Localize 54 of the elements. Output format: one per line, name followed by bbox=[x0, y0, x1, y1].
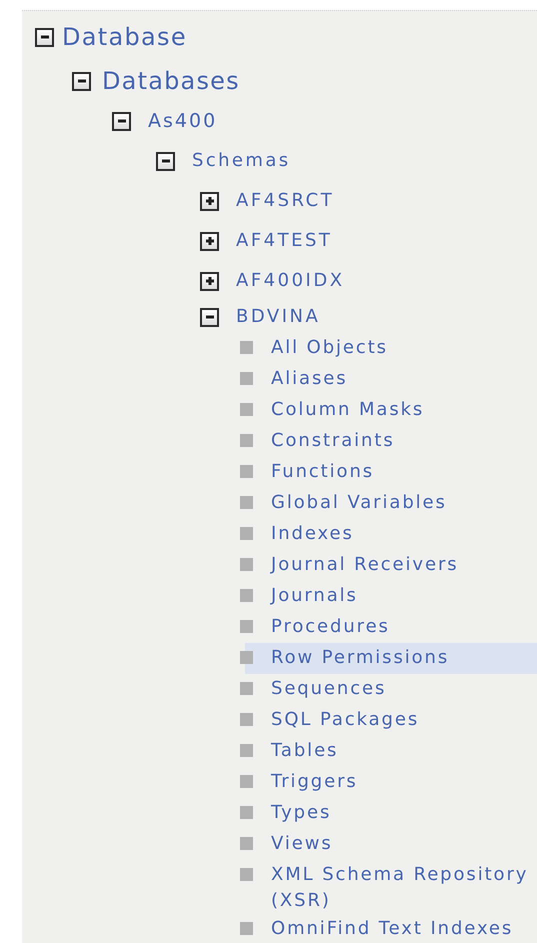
bullet-icon bbox=[240, 682, 253, 695]
bullet-icon bbox=[240, 527, 253, 540]
bullet-icon bbox=[240, 651, 253, 664]
tree-label[interactable]: Constraints bbox=[271, 428, 395, 454]
collapse-icon[interactable] bbox=[72, 72, 91, 90]
bullet-icon bbox=[240, 465, 253, 478]
tree-label[interactable]: Sequences bbox=[271, 676, 386, 702]
bullet-icon bbox=[240, 341, 253, 354]
bullet-icon bbox=[240, 713, 253, 726]
tree-label[interactable]: All Objects bbox=[271, 335, 388, 361]
bullet-icon bbox=[240, 868, 253, 881]
bullet-icon bbox=[240, 434, 253, 447]
bullet-icon bbox=[240, 558, 253, 571]
tree-label[interactable]: Schemas bbox=[192, 148, 291, 174]
tree-label[interactable]: Types bbox=[271, 800, 332, 826]
bullet-icon bbox=[240, 775, 253, 788]
bullet-icon bbox=[240, 496, 253, 509]
tree-label[interactable]: Row Permissions bbox=[271, 645, 450, 671]
tree-label[interactable]: BDVINA bbox=[236, 304, 320, 330]
bullet-icon bbox=[240, 372, 253, 385]
bullet-icon bbox=[240, 744, 253, 757]
tree-label[interactable]: XML Schema Repository (XSR) bbox=[271, 862, 537, 914]
tree-label[interactable]: Journal Receivers bbox=[271, 552, 459, 578]
tree-label[interactable]: Tables bbox=[271, 738, 338, 764]
tree-label[interactable]: AF4TEST bbox=[236, 228, 332, 254]
tree-label[interactable]: Global Variables bbox=[271, 490, 447, 516]
tree-label[interactable]: Database bbox=[62, 24, 187, 50]
bullet-icon bbox=[240, 806, 253, 819]
expand-icon[interactable] bbox=[200, 192, 219, 210]
tree-label[interactable]: Journals bbox=[271, 583, 358, 609]
tree-label[interactable]: AF400IDX bbox=[236, 268, 345, 294]
tree-label[interactable]: AF4SRCT bbox=[236, 188, 334, 214]
tree-label[interactable]: SQL Packages bbox=[271, 707, 420, 733]
tree-label[interactable]: Databases bbox=[102, 68, 240, 94]
bullet-icon bbox=[240, 620, 253, 633]
expand-icon[interactable] bbox=[200, 272, 219, 290]
tree-label[interactable]: As400 bbox=[148, 108, 218, 134]
collapse-icon[interactable] bbox=[112, 112, 131, 130]
tree-label[interactable]: Column Masks bbox=[271, 397, 424, 423]
tree-label[interactable]: Functions bbox=[271, 459, 374, 485]
bullet-icon bbox=[240, 922, 253, 935]
tree-label[interactable]: OmniFind Text Indexes bbox=[271, 916, 514, 942]
expand-icon[interactable] bbox=[200, 232, 219, 250]
tree-label[interactable]: Triggers bbox=[271, 769, 358, 795]
tree-label[interactable]: Views bbox=[271, 831, 333, 857]
collapse-icon[interactable] bbox=[200, 308, 219, 326]
bullet-icon bbox=[240, 589, 253, 602]
tree-label[interactable]: Aliases bbox=[271, 366, 348, 392]
tree-label[interactable]: Procedures bbox=[271, 614, 390, 640]
tree-label[interactable]: Indexes bbox=[271, 521, 354, 547]
bullet-icon bbox=[240, 837, 253, 850]
collapse-icon[interactable] bbox=[35, 28, 54, 46]
collapse-icon[interactable] bbox=[156, 152, 175, 170]
bullet-icon bbox=[240, 403, 253, 416]
